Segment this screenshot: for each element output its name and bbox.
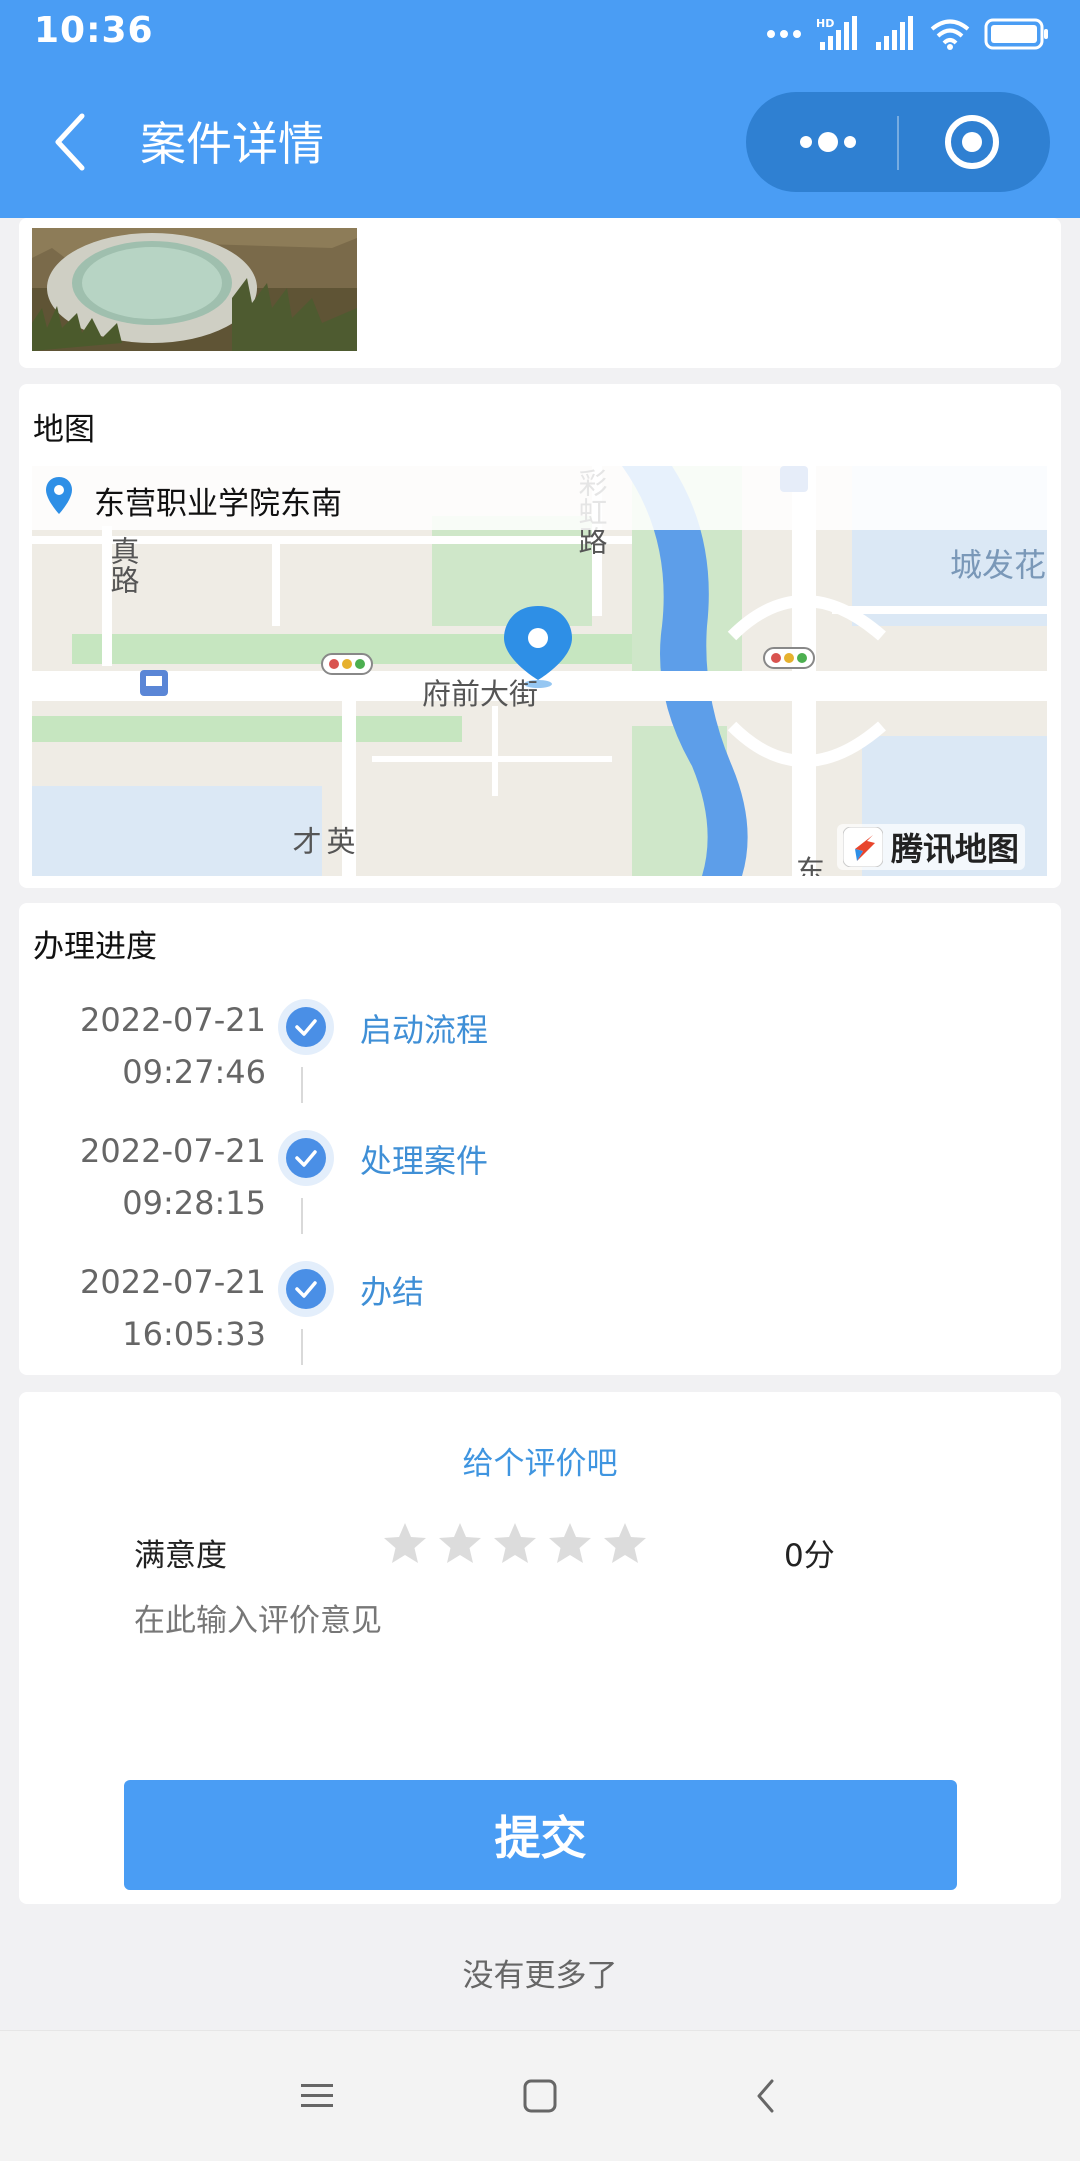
star-icon[interactable] xyxy=(546,1520,594,1568)
star-icon[interactable] xyxy=(381,1520,429,1568)
top-bar: 10:36 HD 案件详情 xyxy=(0,0,1080,218)
road-label-fuqian: 府前大街 xyxy=(422,677,539,711)
rating-card: 给个评价吧 满意度 0分 提交 xyxy=(19,1392,1061,1904)
map-card: 地图 府前大街 真路 城发花 英才 东 东营职业学院东南 腾讯地图 xyxy=(19,384,1061,888)
case-photo[interactable] xyxy=(32,228,357,351)
more-dots-icon xyxy=(800,132,856,152)
tencent-map-icon xyxy=(842,827,883,867)
step-label: 启动流程 xyxy=(360,1011,489,1049)
hd-badge: HD xyxy=(816,17,834,30)
map-view[interactable]: 府前大街 彩虹路 真路 城发花 英才 东 东营职业学院东南 腾讯地图 xyxy=(32,466,1047,876)
step-time: 09:28:15 xyxy=(122,1184,266,1222)
page-title: 案件详情 xyxy=(140,117,324,171)
square-icon xyxy=(523,2079,557,2113)
star-icon[interactable] xyxy=(491,1520,539,1568)
wifi-icon xyxy=(930,19,970,50)
traffic-light-icon xyxy=(763,647,815,669)
map-location-bar: 东营职业学院东南 xyxy=(32,466,1047,530)
check-circle-icon xyxy=(278,999,334,1055)
menu-icon xyxy=(301,2084,333,2107)
traffic-light-icon xyxy=(321,653,373,675)
tencent-map-logo: 腾讯地图 xyxy=(836,824,1025,870)
back-button[interactable] xyxy=(48,110,104,174)
satisfaction-label: 满意度 xyxy=(134,1538,227,1574)
progress-step: 2022-07-21 09:27:46 启动流程 xyxy=(19,999,1061,1131)
manhole-photo-image xyxy=(32,228,357,351)
progress-step: 2022-07-21 09:28:15 处理案件 xyxy=(19,1130,1061,1262)
menu-button[interactable] xyxy=(292,2071,342,2121)
submit-button[interactable]: 提交 xyxy=(124,1780,957,1890)
step-date: 2022-07-21 xyxy=(80,1001,266,1039)
signal-hd-icon: HD xyxy=(816,16,857,50)
status-time: 10:36 xyxy=(34,10,154,51)
step-connector xyxy=(301,1198,303,1234)
back-nav-button[interactable] xyxy=(742,2071,792,2121)
area-label-chengfa: 城发花 xyxy=(950,546,1047,584)
step-connector xyxy=(301,1067,303,1103)
road-label-dong: 东 xyxy=(796,854,826,876)
location-pin-icon xyxy=(46,477,72,514)
star-icon[interactable] xyxy=(436,1520,484,1568)
step-connector xyxy=(301,1329,303,1365)
tencent-map-text: 腾讯地图 xyxy=(890,830,1019,868)
battery-icon xyxy=(984,18,1048,50)
status-icons: HD xyxy=(766,14,1050,54)
signal-icon xyxy=(876,16,913,50)
no-more-text: 没有更多了 xyxy=(462,1958,618,1994)
dots-icon xyxy=(767,30,801,38)
more-button[interactable] xyxy=(784,110,874,174)
progress-card-title: 办理进度 xyxy=(33,929,157,965)
image-card xyxy=(19,218,1061,368)
chevron-left-icon xyxy=(55,113,85,171)
step-time: 16:05:33 xyxy=(122,1315,266,1353)
road-label-yingcai: 英才 xyxy=(288,826,356,855)
chevron-left-icon xyxy=(757,2079,774,2113)
system-nav-bar xyxy=(0,2030,1080,2161)
step-label: 办结 xyxy=(360,1273,425,1311)
comment-input[interactable] xyxy=(134,1603,954,1639)
step-time: 09:27:46 xyxy=(122,1053,266,1091)
check-circle-icon xyxy=(278,1261,334,1317)
score-value: 0分 xyxy=(784,1538,835,1574)
step-label: 处理案件 xyxy=(360,1142,489,1180)
road-label-zhen: 真路 xyxy=(106,536,140,594)
star-icon[interactable] xyxy=(601,1520,649,1568)
step-date: 2022-07-21 xyxy=(80,1263,266,1301)
capsule-divider xyxy=(897,116,899,170)
close-button[interactable] xyxy=(926,106,1018,178)
bus-stop-icon xyxy=(140,670,168,696)
map-card-title: 地图 xyxy=(33,412,95,448)
map-location-name: 东营职业学院东南 xyxy=(94,486,342,522)
progress-card: 办理进度 2022-07-21 09:27:46 启动流程 2022-07-21… xyxy=(19,903,1061,1375)
step-date: 2022-07-21 xyxy=(80,1132,266,1170)
close-target-icon xyxy=(945,115,999,169)
star-rating xyxy=(381,1520,649,1568)
home-button[interactable] xyxy=(515,2071,565,2121)
check-circle-icon xyxy=(278,1130,334,1186)
progress-step: 2022-07-21 16:05:33 办结 xyxy=(19,1261,1061,1393)
rating-title: 给个评价吧 xyxy=(462,1446,618,1482)
mini-program-capsule xyxy=(746,92,1050,192)
